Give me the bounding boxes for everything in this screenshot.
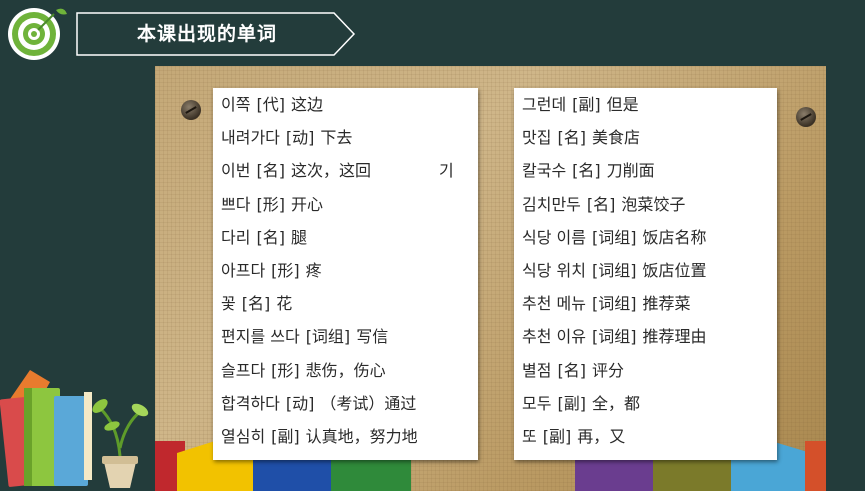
target-icon bbox=[4, 4, 68, 64]
page-title: 本课出现的单词 bbox=[136, 23, 277, 45]
vocab-item: 아프다 [形] 疼 bbox=[221, 260, 322, 280]
vocab-item: 내려가다 [动] 下去 bbox=[221, 128, 353, 148]
vocab-item: 별점 [名] 评分 bbox=[522, 360, 624, 380]
vocab-item: 또 [副] 再，又 bbox=[522, 426, 626, 446]
vocab-item: 슬프다 [形] 悲伤，伤心 bbox=[221, 360, 386, 380]
vocab-card-right: 그런데 [副] 但是 맛집 [名] 美食店 칼국수 [名] 刀削面 김치만두 [名] 泡菜饺子 … bbox=[514, 88, 777, 460]
vocab-item: 추천 메뉴 [词组] 推荐菜 bbox=[522, 294, 691, 314]
vocab-item: 식당 이름 [词组] 饭店名称 bbox=[522, 227, 707, 247]
vocab-item: 맛집 [名] 美食店 bbox=[522, 128, 640, 148]
vocab-item: 식당 위치 [词组] 饭店位置 bbox=[522, 260, 707, 280]
screw-left bbox=[181, 100, 201, 120]
screw-right bbox=[796, 107, 816, 127]
stray-character: 기 bbox=[439, 161, 454, 181]
vocab-item: 편지를 쓰다 [词组] 写信 bbox=[221, 327, 389, 347]
vocab-item: 김치만두 [名] 泡菜饺子 bbox=[522, 194, 686, 214]
vocab-item: 이번 [名] 这次，这回 기 bbox=[213, 154, 478, 187]
vocab-item: 열심히 [副] 认真地，努力地 bbox=[221, 426, 418, 446]
vocab-item: 쁘다 [形] 开心 bbox=[221, 194, 323, 214]
vocab-card-left: 이쪽 [代] 这边 내려가다 [动] 下去 이번 [名] 这次，这回 기 쁘다 [形] 开心 다리… bbox=[213, 88, 478, 460]
vocab-item: 모두 [副] 全，都 bbox=[522, 393, 640, 413]
vocab-item: 추천 이유 [词组] 推荐理由 bbox=[522, 327, 707, 347]
vocab-item: 이쪽 [代] 这边 bbox=[221, 95, 323, 114]
vocab-item: 합격하다 [动] （考试）通过 bbox=[221, 393, 417, 413]
vocab-item: 꽃 [名] 花 bbox=[221, 294, 293, 314]
plant-icon bbox=[92, 399, 149, 488]
books-icon bbox=[0, 370, 149, 488]
vocab-item: 칼국수 [名] 刀削面 bbox=[522, 161, 655, 181]
vocab-item: 그런데 [副] 但是 bbox=[522, 95, 639, 114]
vocab-item: 다리 [名] 腿 bbox=[221, 227, 307, 247]
